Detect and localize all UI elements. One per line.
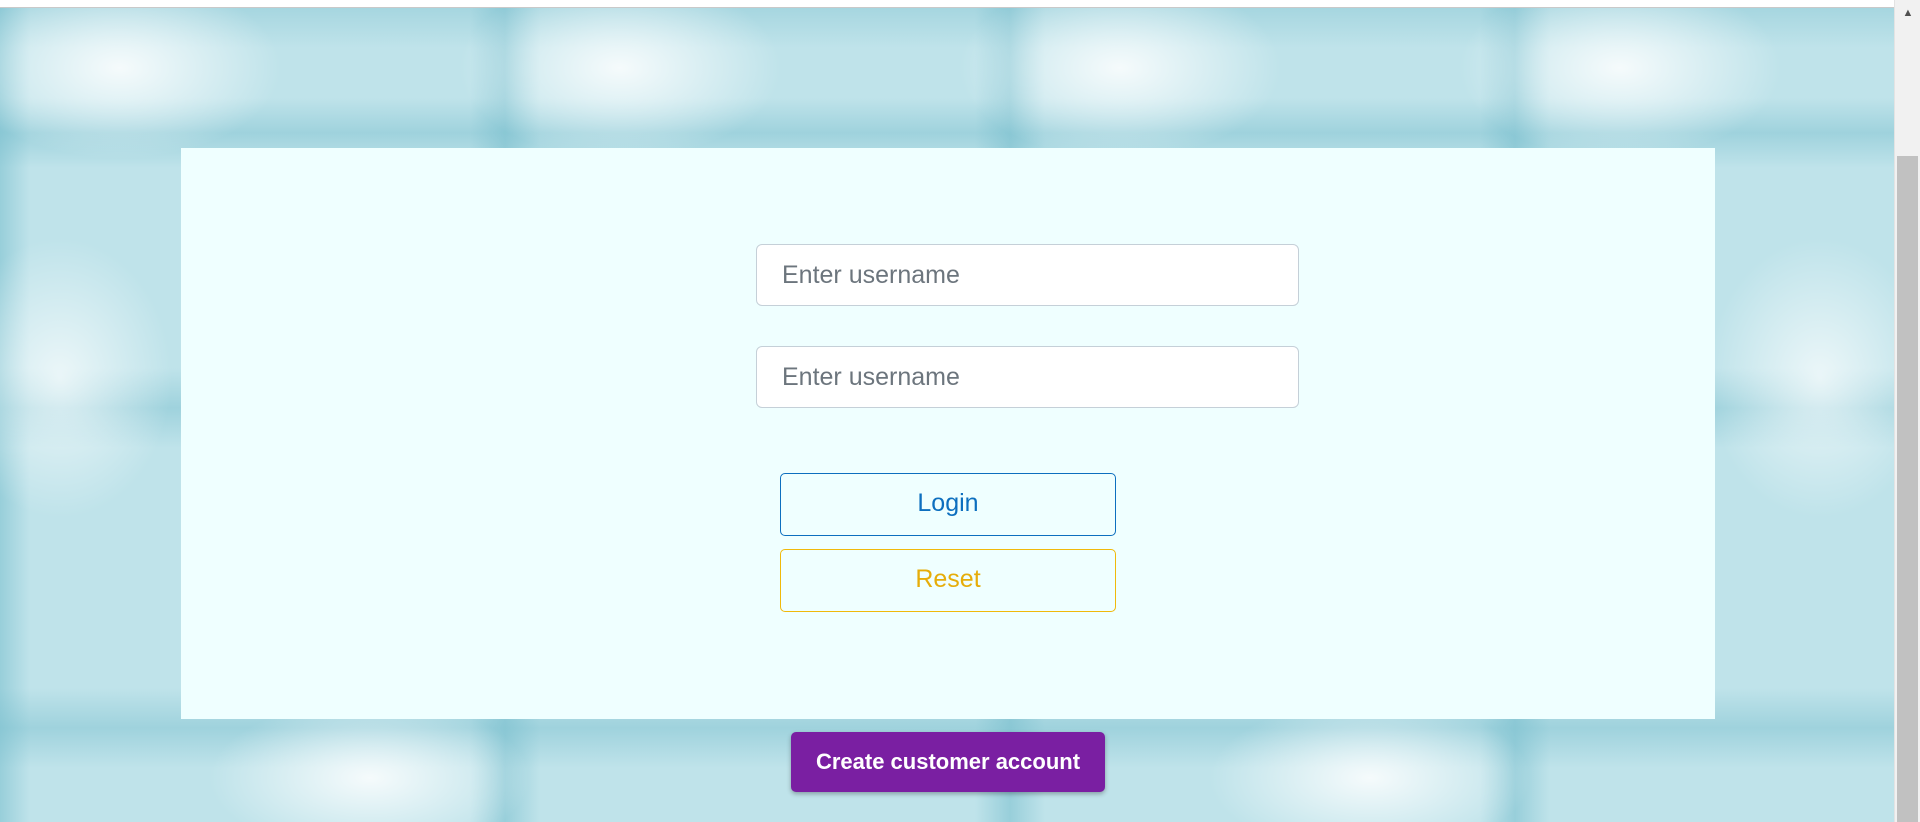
scrollbar-thumb[interactable] — [1897, 156, 1918, 822]
scroll-up-arrow-icon[interactable]: ▲ — [1895, 0, 1920, 26]
username-input[interactable] — [756, 244, 1299, 306]
browser-viewport: Login Reset Create customer account ▲ — [0, 0, 1920, 822]
top-border — [0, 0, 1894, 8]
reset-button[interactable]: Reset — [780, 549, 1116, 612]
vertical-scrollbar[interactable]: ▲ — [1894, 0, 1920, 822]
password-input[interactable] — [756, 346, 1299, 408]
create-customer-account-button[interactable]: Create customer account — [791, 732, 1105, 792]
login-card — [181, 148, 1715, 719]
login-button[interactable]: Login — [780, 473, 1116, 536]
